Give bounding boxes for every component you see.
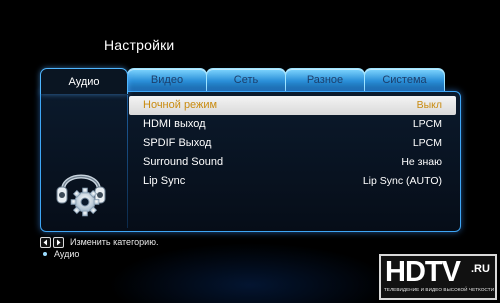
watermark-logo: HDTV .RU ТЕЛЕВИДЕНИЕ И ВИДЕО ВЫСОКОЙ ЧЕТ… xyxy=(379,254,497,300)
category-tabs: Аудио Видео Сеть Разное Система xyxy=(40,68,460,94)
watermark-main: HDTV xyxy=(385,256,461,288)
setting-label: SPDIF Выход xyxy=(143,137,212,149)
setting-label: Lip Sync xyxy=(143,175,186,187)
arrow-right-icon xyxy=(53,236,64,248)
help-current-category: Аудио xyxy=(40,248,158,260)
tab-audio[interactable]: Аудио xyxy=(40,68,128,94)
setting-hdmi-output[interactable]: HDMI выход LPCM xyxy=(129,115,456,134)
setting-value: LPCM xyxy=(412,137,442,149)
setting-lip-sync[interactable]: Lip Sync Lip Sync (AUTO) xyxy=(129,172,456,191)
current-category-label: Аудио xyxy=(54,249,80,259)
setting-value: Не знаю xyxy=(401,156,442,168)
watermark-tagline: ТЕЛЕВИДЕНИЕ И ВИДЕО ВЫСОКОЙ ЧЕТКОСТИ xyxy=(384,287,495,292)
setting-value: LPCM xyxy=(412,118,442,130)
settings-panel: Ночной режим Выкл HDMI выход LPCM SPDIF … xyxy=(40,91,461,232)
page-title: Настройки xyxy=(104,37,175,53)
setting-night-mode[interactable]: Ночной режим Выкл xyxy=(129,96,456,115)
tab-system[interactable]: Система xyxy=(364,68,445,91)
setting-value: Lip Sync (AUTO) xyxy=(362,175,442,187)
help-text: Изменить категорию. xyxy=(70,237,159,247)
setting-label: Ночной режим xyxy=(143,99,218,111)
panel-divider xyxy=(127,95,128,228)
headphones-gear-icon xyxy=(51,160,111,218)
bullet-icon xyxy=(43,252,47,256)
tab-network[interactable]: Сеть xyxy=(206,68,286,91)
watermark-suffix: .RU xyxy=(471,263,490,275)
help-bar: Изменить категорию. Аудио xyxy=(40,236,158,260)
setting-surround-sound[interactable]: Surround Sound Не знаю xyxy=(129,153,456,172)
setting-spdif-output[interactable]: SPDIF Выход LPCM xyxy=(129,134,456,153)
tab-video[interactable]: Видео xyxy=(127,68,207,91)
setting-label: HDMI выход xyxy=(143,118,206,130)
arrow-left-icon xyxy=(40,236,51,248)
help-change-category: Изменить категорию. xyxy=(40,236,158,248)
tab-misc[interactable]: Разное xyxy=(285,68,365,91)
setting-label: Surround Sound xyxy=(143,156,224,168)
setting-value: Выкл xyxy=(416,99,442,111)
settings-list: Ночной режим Выкл HDMI выход LPCM SPDIF … xyxy=(129,96,456,191)
